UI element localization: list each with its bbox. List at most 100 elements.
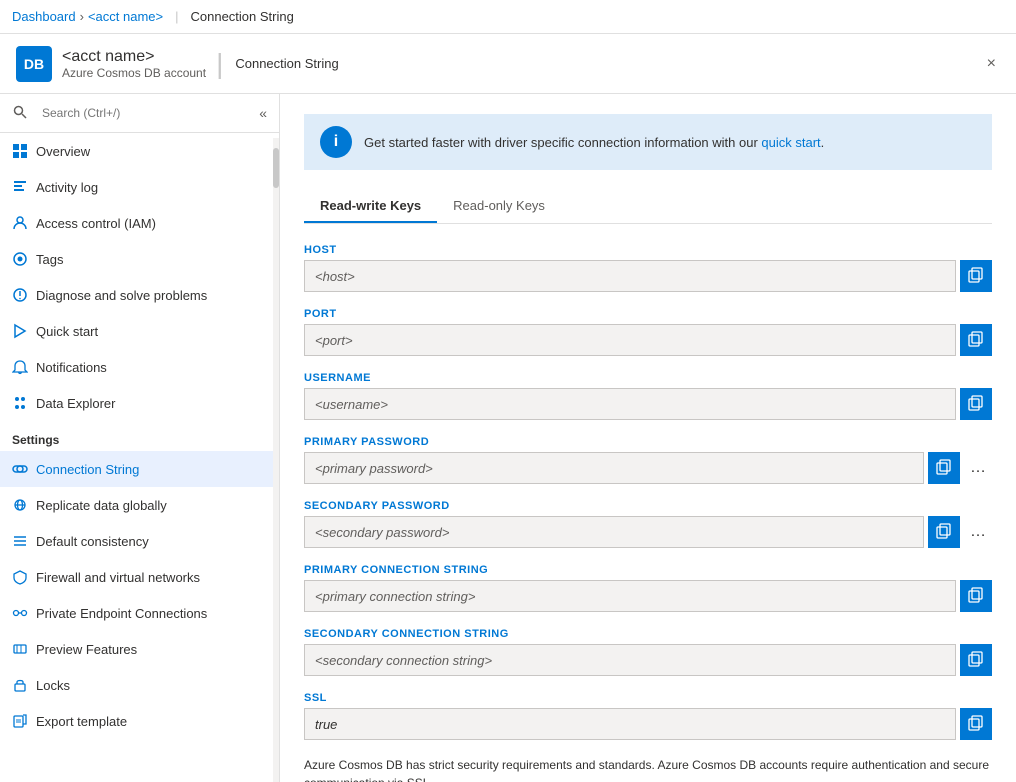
ssl-input[interactable] (304, 708, 956, 740)
page-title: | Connection String (216, 48, 339, 80)
ssl-copy-button[interactable] (960, 708, 992, 740)
secondary-connection-string-copy-button[interactable] (960, 644, 992, 676)
preview-features-icon (12, 641, 28, 657)
primary-password-input[interactable] (304, 452, 924, 484)
info-link[interactable]: quick start (761, 135, 820, 150)
export-template-icon (12, 713, 28, 729)
nav-label-overview: Overview (36, 144, 90, 159)
nav-label-preview-features: Preview Features (36, 642, 137, 657)
field-secondary-password-label: SECONDARY PASSWORD (304, 500, 992, 512)
nav-item-access-control[interactable]: Access control (IAM) (0, 205, 279, 241)
nav-item-replicate[interactable]: Replicate data globally (0, 487, 279, 523)
nav-item-firewall[interactable]: Firewall and virtual networks (0, 559, 279, 595)
field-primary-connection-string-label: PRIMARY CONNECTION STRING (304, 564, 992, 576)
search-input[interactable] (34, 102, 253, 124)
field-port-row (304, 324, 992, 356)
page-title-text: Connection String (235, 56, 338, 71)
nav-label-activity-log: Activity log (36, 180, 98, 195)
nav-item-locks[interactable]: Locks (0, 667, 279, 703)
tab-read-write[interactable]: Read-write Keys (304, 190, 437, 223)
sidebar-scroll-thumb (273, 148, 279, 188)
nav-label-locks: Locks (36, 678, 70, 693)
sidebar: « Overview Activity log Access control (… (0, 94, 280, 782)
content-area: i Get started faster with driver specifi… (280, 94, 1016, 782)
nav-item-export-template[interactable]: Export template (0, 703, 279, 739)
field-primary-password-row: … (304, 452, 992, 484)
field-secondary-connection-string: SECONDARY CONNECTION STRING (304, 628, 992, 676)
tabs-container: Read-write Keys Read-only Keys (304, 190, 992, 224)
copy-icon-port (968, 331, 984, 350)
firewall-icon (12, 569, 28, 585)
nav-label-quick-start: Quick start (36, 324, 98, 339)
nav-item-private-endpoint[interactable]: Private Endpoint Connections (0, 595, 279, 631)
primary-password-more-button[interactable]: … (964, 455, 992, 481)
copy-icon-secondary-cs (968, 651, 984, 670)
nav-item-quick-start[interactable]: Quick start (0, 313, 279, 349)
field-ssl-label: SSL (304, 692, 992, 704)
notifications-icon (12, 359, 28, 375)
copy-icon-username (968, 395, 984, 414)
copy-icon-primary-password (936, 459, 952, 478)
header-account-info: <acct name> Azure Cosmos DB account (62, 48, 206, 80)
search-icon (12, 104, 28, 123)
nav-label-connection-string: Connection String (36, 462, 139, 477)
default-consistency-icon (12, 533, 28, 549)
port-input[interactable] (304, 324, 956, 356)
secondary-connection-string-input[interactable] (304, 644, 956, 676)
breadcrumb-current: Connection String (191, 9, 294, 24)
primary-connection-string-copy-button[interactable] (960, 580, 992, 612)
nav-label-export-template: Export template (36, 714, 127, 729)
nav-item-diagnose[interactable]: Diagnose and solve problems (0, 277, 279, 313)
primary-password-copy-button[interactable] (928, 452, 960, 484)
main-layout: « Overview Activity log Access control (… (0, 94, 1016, 782)
field-primary-password-label: PRIMARY PASSWORD (304, 436, 992, 448)
nav-label-firewall: Firewall and virtual networks (36, 570, 200, 585)
field-port-label: PORT (304, 308, 992, 320)
field-secondary-password-row: … (304, 516, 992, 548)
secondary-password-copy-button[interactable] (928, 516, 960, 548)
breadcrumb-dashboard[interactable]: Dashboard (12, 9, 76, 24)
replicate-icon (12, 497, 28, 513)
nav-item-activity-log[interactable]: Activity log (0, 169, 279, 205)
nav-label-diagnose: Diagnose and solve problems (36, 288, 207, 303)
settings-header: Settings (0, 421, 279, 451)
nav-item-default-consistency[interactable]: Default consistency (0, 523, 279, 559)
nav-label-default-consistency: Default consistency (36, 534, 149, 549)
nav-item-preview-features[interactable]: Preview Features (0, 631, 279, 667)
secondary-password-input[interactable] (304, 516, 924, 548)
close-button[interactable]: × (983, 51, 1000, 77)
username-input[interactable] (304, 388, 956, 420)
host-input[interactable] (304, 260, 956, 292)
field-username-label: USERNAME (304, 372, 992, 384)
nav-item-overview[interactable]: Overview (0, 133, 279, 169)
breadcrumb-acct[interactable]: <acct name> (88, 9, 163, 24)
nav-item-connection-string[interactable]: Connection String (0, 451, 279, 487)
tags-icon (12, 251, 28, 267)
tab-read-only[interactable]: Read-only Keys (437, 190, 561, 223)
primary-connection-string-input[interactable] (304, 580, 956, 612)
secondary-password-more-button[interactable]: … (964, 519, 992, 545)
field-username-row (304, 388, 992, 420)
info-icon: i (320, 126, 352, 158)
field-host-label: HOST (304, 244, 992, 256)
field-ssl: SSL (304, 692, 992, 740)
field-primary-connection-string-row (304, 580, 992, 612)
db-icon: DB (16, 46, 52, 82)
page-header: DB <acct name> Azure Cosmos DB account |… (0, 34, 1016, 94)
nav-item-notifications[interactable]: Notifications (0, 349, 279, 385)
breadcrumb: Dashboard › <acct name> | Connection Str… (0, 0, 1016, 34)
nav-item-data-explorer[interactable]: Data Explorer (0, 385, 279, 421)
port-copy-button[interactable] (960, 324, 992, 356)
collapse-icon[interactable]: « (259, 105, 267, 121)
activity-log-icon (12, 179, 28, 195)
nav-item-tags[interactable]: Tags (0, 241, 279, 277)
overview-icon (12, 143, 28, 159)
field-secondary-connection-string-label: SECONDARY CONNECTION STRING (304, 628, 992, 640)
sidebar-scrollbar (273, 138, 279, 782)
header-left: DB <acct name> Azure Cosmos DB account |… (16, 46, 339, 82)
copy-icon (968, 267, 984, 286)
locks-icon (12, 677, 28, 693)
copy-icon-primary-cs (968, 587, 984, 606)
username-copy-button[interactable] (960, 388, 992, 420)
host-copy-button[interactable] (960, 260, 992, 292)
